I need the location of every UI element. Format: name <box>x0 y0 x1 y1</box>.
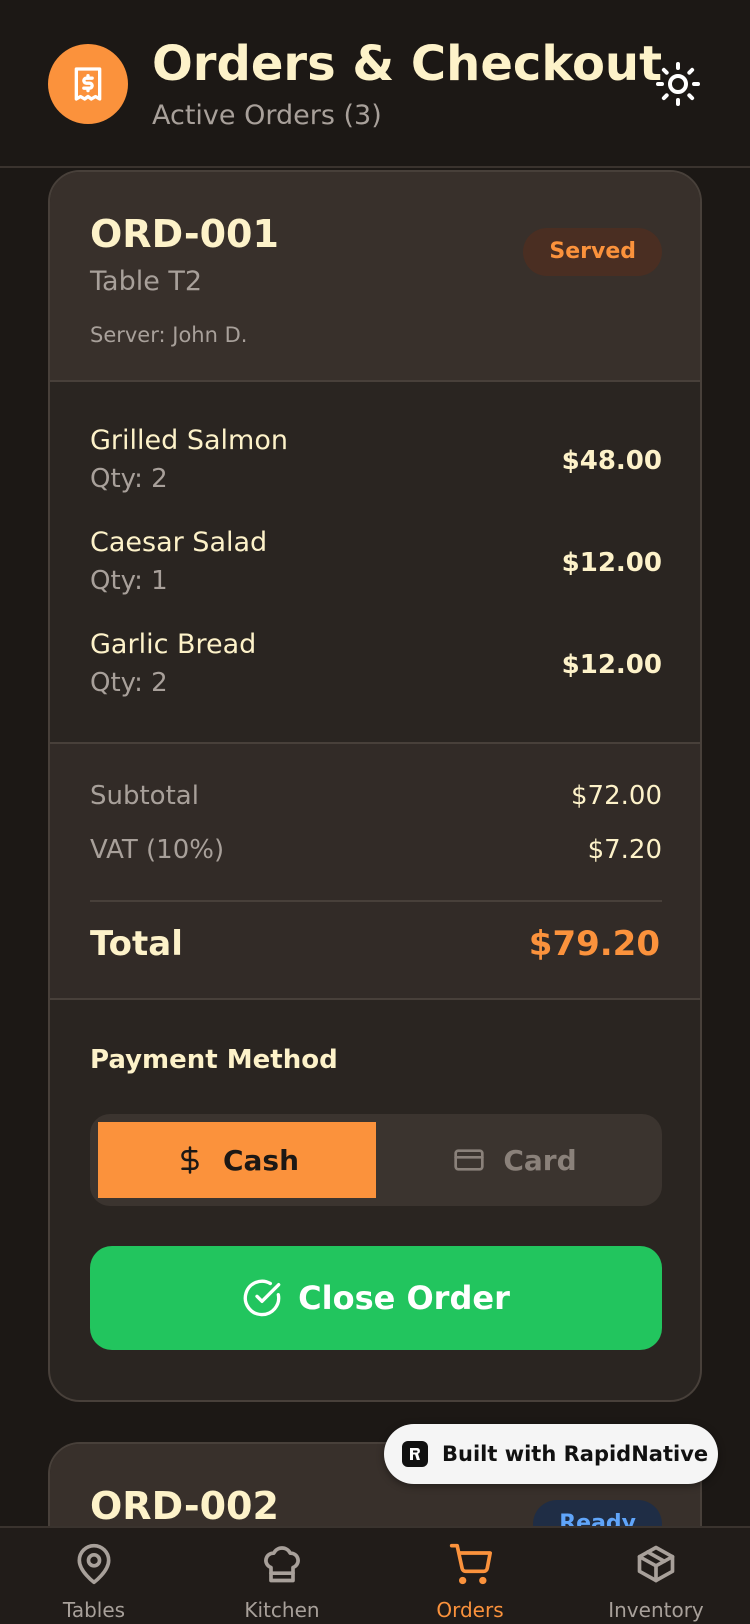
list-item: Garlic Bread Qty: 2 $12.00 <box>90 626 662 706</box>
sun-icon <box>656 62 700 106</box>
order-id: ORD-001 <box>90 212 279 256</box>
built-with-badge[interactable]: Built with RapidNative <box>384 1424 718 1484</box>
total-label: Total <box>90 924 183 964</box>
map-pin-icon <box>77 1543 111 1585</box>
item-price: $12.00 <box>561 548 662 578</box>
nav-label: Kitchen <box>244 1598 320 1622</box>
page-subtitle: Active Orders (3) <box>152 100 382 131</box>
app-header: Orders & Checkout Active Orders (3) <box>0 0 750 168</box>
item-name: Grilled Salmon <box>90 425 288 456</box>
nav-label: Inventory <box>608 1598 704 1622</box>
nav-label: Tables <box>62 1598 126 1622</box>
dollar-icon <box>181 1146 199 1174</box>
app-root: Orders & Checkout Active Orders (3) ORD-… <box>0 0 750 1624</box>
receipt-icon <box>48 44 128 124</box>
close-order-label: Close Order <box>298 1279 510 1317</box>
payment-method-label: Payment Method <box>90 1045 338 1075</box>
nav-item-inventory[interactable]: Inventory <box>562 1542 750 1624</box>
vat-row: VAT (10%) $7.20 <box>90 830 662 870</box>
badge-text: Built with RapidNative <box>442 1442 709 1466</box>
check-circle-icon <box>243 1279 281 1317</box>
list-item: Grilled Salmon Qty: 2 $48.00 <box>90 422 662 502</box>
item-name: Garlic Bread <box>90 629 257 660</box>
close-order-button[interactable]: Close Order <box>90 1246 662 1350</box>
order-card-header: ORD-001 Table T2 Server: John D. Served <box>50 172 700 382</box>
payment-method-toggle: Cash Card <box>90 1114 662 1206</box>
payment-option-label: Cash <box>222 1143 300 1177</box>
order-card: ORD-001 Table T2 Server: John D. Served … <box>48 170 702 1402</box>
nav-item-tables[interactable]: Tables <box>0 1542 188 1624</box>
nav-item-kitchen[interactable]: Kitchen <box>188 1542 376 1624</box>
payment-option-cash[interactable]: Cash <box>98 1122 376 1198</box>
rapidnative-logo-icon <box>402 1441 428 1467</box>
subtotal-row: Subtotal $72.00 <box>90 776 662 816</box>
order-id: ORD-002 <box>90 1484 279 1528</box>
bottom-nav: Tables Kitchen Orders Inventory <box>0 1526 750 1624</box>
item-price: $12.00 <box>561 650 662 680</box>
order-totals: Subtotal $72.00 VAT (10%) $7.20 Total $7… <box>50 744 700 1000</box>
item-price: $48.00 <box>561 446 662 476</box>
total-value: $79.20 <box>528 924 660 964</box>
list-item: Caesar Salad Qty: 1 $12.00 <box>90 524 662 604</box>
subtotal-label: Subtotal <box>90 781 199 811</box>
item-qty: Qty: 2 <box>90 668 168 698</box>
order-table: Table T2 <box>90 266 203 297</box>
item-name: Caesar Salad <box>90 527 268 558</box>
chef-hat-icon <box>264 1546 300 1583</box>
status-badge: Served <box>523 228 662 276</box>
order-items-list: Grilled Salmon Qty: 2 $48.00 Caesar Sala… <box>50 382 700 744</box>
payment-option-label: Card <box>503 1143 577 1177</box>
order-server: Server: John D. <box>90 323 248 347</box>
nav-item-orders[interactable]: Orders <box>376 1542 564 1624</box>
payment-section: Payment Method Cash Card Close Order <box>50 1000 700 1400</box>
page-title: Orders & Checkout <box>152 36 663 92</box>
credit-card-icon <box>454 1149 485 1171</box>
item-qty: Qty: 2 <box>90 464 168 494</box>
item-qty: Qty: 1 <box>90 566 168 596</box>
vat-value: $7.20 <box>587 835 662 865</box>
totals-divider <box>90 900 662 902</box>
payment-option-card[interactable]: Card <box>376 1122 654 1198</box>
package-icon <box>637 1545 675 1583</box>
nav-label: Orders <box>436 1598 504 1622</box>
theme-toggle-button[interactable] <box>650 56 706 112</box>
shopping-cart-icon <box>449 1543 492 1585</box>
subtotal-value: $72.00 <box>571 781 662 811</box>
vat-label: VAT (10%) <box>90 835 225 865</box>
